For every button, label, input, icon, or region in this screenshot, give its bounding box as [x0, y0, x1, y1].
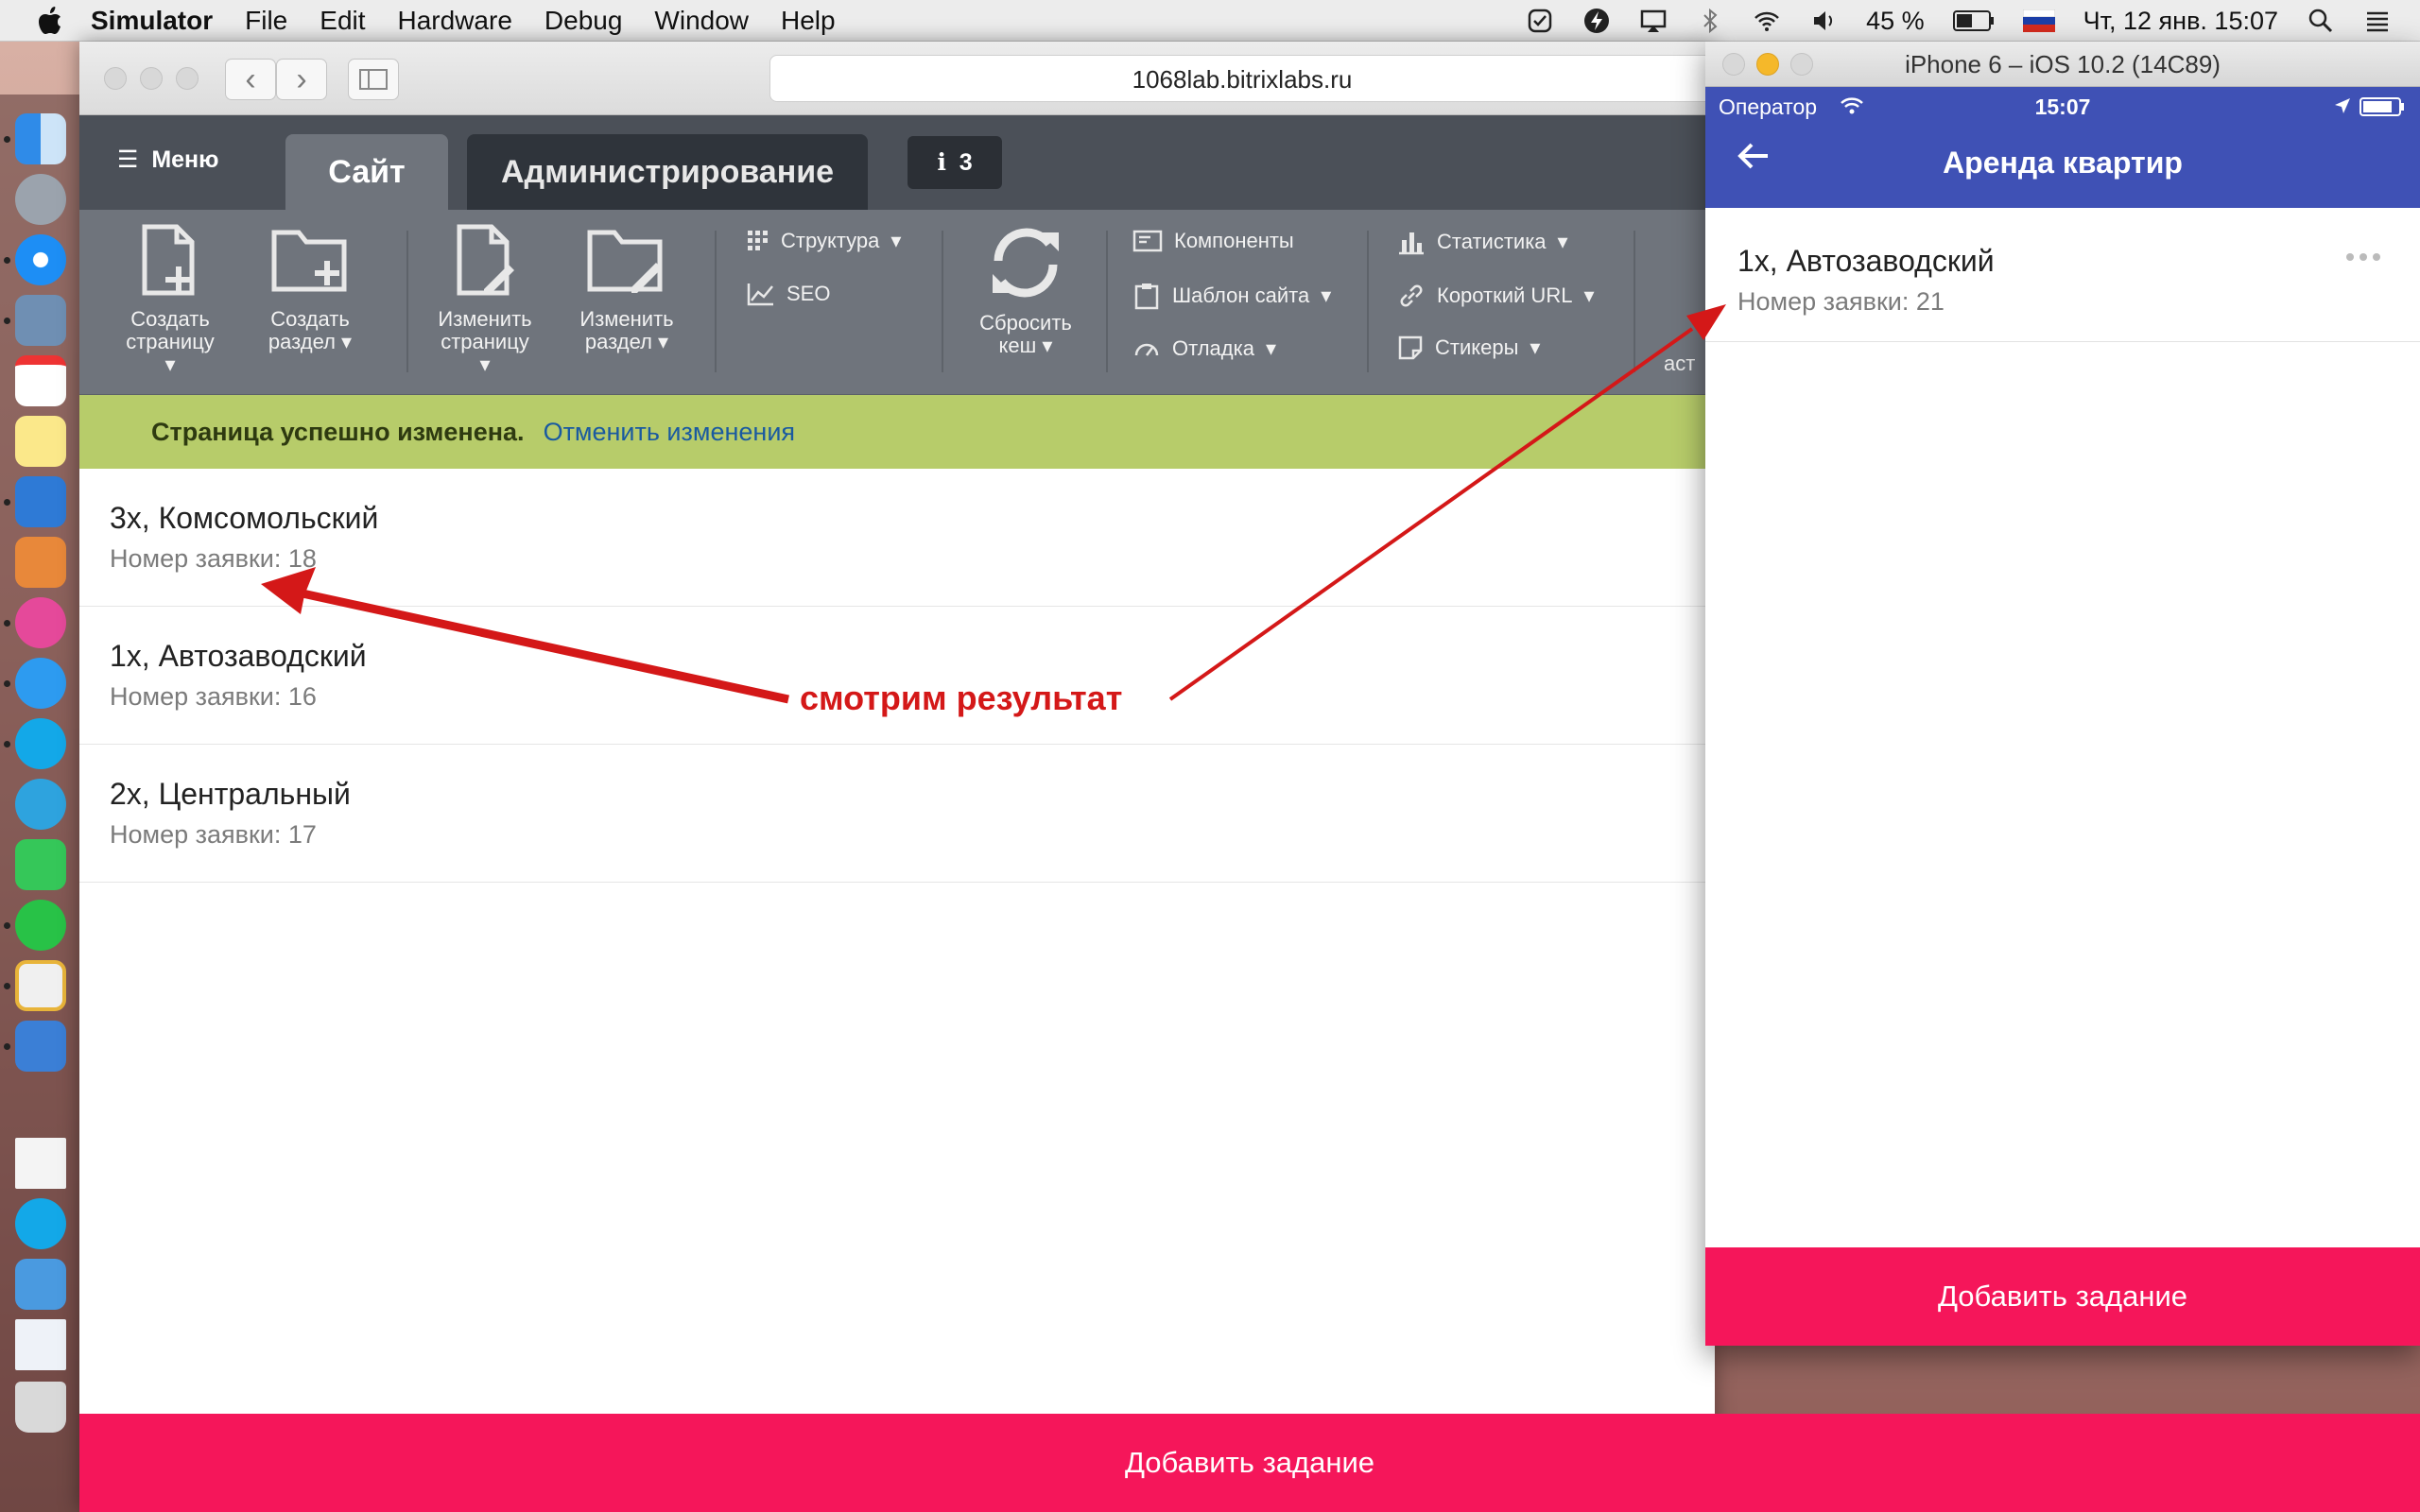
arrow-to-browser-list: [261, 567, 789, 704]
annotation-arrows: [261, 304, 1726, 704]
arrow-to-simulator-item: [1168, 304, 1726, 701]
annotation-label: смотрим результат: [800, 679, 1123, 717]
